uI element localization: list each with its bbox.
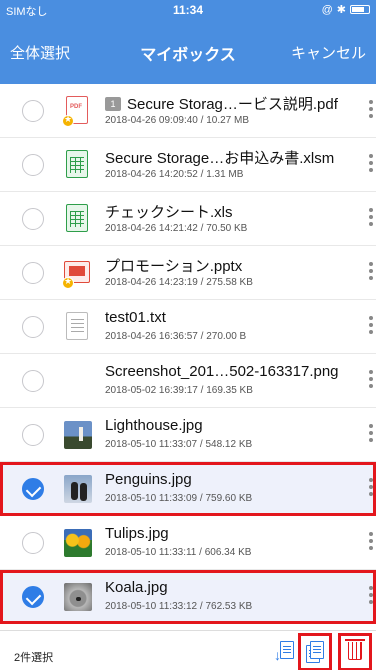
bottom-toolbar: 2件選択 ↓ [0, 630, 376, 670]
file-row[interactable]: test01.txt 2018-04-26 16:36:57 / 270.00 B [0, 300, 376, 354]
more-menu-icon[interactable] [366, 422, 376, 448]
presentation-file-icon [62, 257, 92, 289]
file-name: Lighthouse.jpg [105, 417, 360, 434]
koala-thumbnail-icon [62, 581, 92, 613]
file-row[interactable]: プロモーション.pptx 2018-04-26 14:23:19 / 275.58… [0, 246, 376, 300]
checkbox[interactable] [22, 532, 44, 554]
more-menu-icon[interactable] [366, 530, 376, 556]
file-name-text: Secure Storag…ービス説明.pdf [127, 96, 338, 113]
copy-button[interactable] [298, 633, 332, 670]
file-name: test01.txt [105, 309, 360, 326]
file-row[interactable]: Penguins.jpg 2018-05-10 11:33:09 / 759.60… [0, 462, 376, 516]
file-meta: 2018-05-10 11:33:07 / 548.12 KB [105, 439, 253, 450]
file-name-text: test01.txt [105, 309, 166, 326]
checked-checkbox[interactable] [22, 586, 44, 608]
spreadsheet-file-icon [62, 149, 92, 181]
checked-checkbox[interactable] [22, 478, 44, 500]
checkbox[interactable] [22, 208, 44, 230]
more-menu-icon[interactable] [366, 152, 376, 178]
selected-count: 2件選択 [14, 652, 54, 664]
tulips-thumbnail-icon [62, 527, 92, 559]
file-name-text: Lighthouse.jpg [105, 417, 203, 434]
trash-icon [348, 642, 362, 660]
file-meta: 2018-04-26 14:23:19 / 275.58 KB [105, 277, 253, 288]
status-icons: @ ✱ [322, 3, 370, 16]
file-row[interactable]: Secure Storage…お申込み書.xlsm 2018-04-26 14:2… [0, 138, 376, 192]
more-menu-icon[interactable] [366, 314, 376, 340]
battery-icon [350, 5, 370, 14]
bluetooth-icon: ✱ [336, 4, 346, 16]
file-name: Tulips.jpg [105, 525, 360, 542]
lighthouse-thumbnail-icon [62, 419, 92, 451]
file-meta: 2018-05-10 11:33:09 / 759.60 KB [105, 493, 253, 504]
file-name-text: Screenshot_201…502-163317.png [105, 363, 339, 380]
file-name: Koala.jpg [105, 579, 360, 596]
alarm-icon: @ [321, 3, 333, 16]
penguins-thumbnail-icon [62, 473, 92, 505]
favorite-star-icon [62, 114, 74, 127]
pdf-file-icon: PDF [62, 95, 92, 127]
file-row[interactable]: PDF 1 Secure Storag…ービス説明.pdf 2018-04-26 09… [0, 84, 376, 138]
more-menu-icon[interactable] [366, 98, 376, 124]
trash-lid-icon [345, 639, 365, 641]
checkbox[interactable] [22, 262, 44, 284]
file-name: Screenshot_201…502-163317.png [105, 363, 360, 380]
file-name: チェックシート.xls [105, 201, 360, 222]
navigation-bar: 全体選択 マイボックス キャンセル [0, 20, 376, 84]
file-name: Penguins.jpg [105, 471, 360, 488]
file-name-text: Tulips.jpg [105, 525, 169, 542]
file-row[interactable]: Koala.jpg 2018-05-10 11:33:12 / 762.53 KB [0, 570, 376, 624]
spreadsheet-file-icon [62, 203, 92, 235]
file-row[interactable]: チェックシート.xls 2018-04-26 14:21:42 / 70.50 K… [0, 192, 376, 246]
file-meta: 2018-04-26 14:21:42 / 70.50 KB [105, 223, 248, 234]
file-meta: 2018-05-10 11:33:12 / 762.53 KB [105, 601, 253, 612]
text-file-icon [62, 311, 92, 343]
document-icon [280, 641, 294, 659]
checkbox[interactable] [22, 370, 44, 392]
file-name-text: Secure Storage…お申込み書.xlsm [105, 150, 335, 167]
file-name-text: Koala.jpg [105, 579, 168, 596]
file-meta: 2018-04-26 09:09:40 / 10.27 MB [105, 115, 249, 126]
file-row[interactable]: Lighthouse.jpg 2018-05-10 11:33:07 / 548.… [0, 408, 376, 462]
checkbox[interactable] [22, 316, 44, 338]
blank-thumbnail-icon [62, 365, 92, 397]
checkbox[interactable] [22, 100, 44, 122]
file-meta: 2018-04-26 14:20:52 / 1.31 MB [105, 169, 244, 180]
file-row[interactable]: Screenshot_201…502-163317.png 2018-05-02 … [0, 354, 376, 408]
file-meta: 2018-05-10 11:33:11 / 606.34 KB [105, 547, 252, 558]
status-time: 11:34 [172, 3, 204, 17]
file-name-text: Penguins.jpg [105, 471, 192, 488]
status-bar: SIMなし 11:34 @ ✱ [0, 0, 376, 20]
copy-icon [310, 641, 324, 659]
file-name: プロモーション.pptx [105, 255, 360, 276]
file-name: Secure Storage…お申込み書.xlsm [105, 147, 360, 168]
file-name-text: チェックシート.xls [105, 204, 233, 221]
more-menu-icon[interactable] [366, 584, 376, 610]
file-meta: 2018-05-02 16:39:17 / 169.35 KB [105, 385, 253, 396]
cancel-button[interactable]: キャンセル [291, 42, 366, 63]
delete-button[interactable] [338, 633, 372, 670]
more-menu-icon[interactable] [366, 206, 376, 232]
file-row[interactable]: Tulips.jpg 2018-05-10 11:33:11 / 606.34 K… [0, 516, 376, 570]
checkbox[interactable] [22, 424, 44, 446]
file-name: 1 Secure Storag…ービス説明.pdf [105, 93, 360, 114]
file-list: PDF 1 Secure Storag…ービス説明.pdf 2018-04-26 09… [0, 84, 376, 624]
favorite-star-icon [62, 276, 74, 289]
file-name-text: プロモーション.pptx [105, 258, 243, 275]
more-menu-icon[interactable] [366, 368, 376, 394]
more-menu-icon[interactable] [366, 476, 376, 502]
more-menu-icon[interactable] [366, 260, 376, 286]
version-badge: 1 [105, 97, 121, 111]
file-meta: 2018-04-26 16:36:57 / 270.00 B [105, 331, 247, 342]
checkbox[interactable] [22, 154, 44, 176]
